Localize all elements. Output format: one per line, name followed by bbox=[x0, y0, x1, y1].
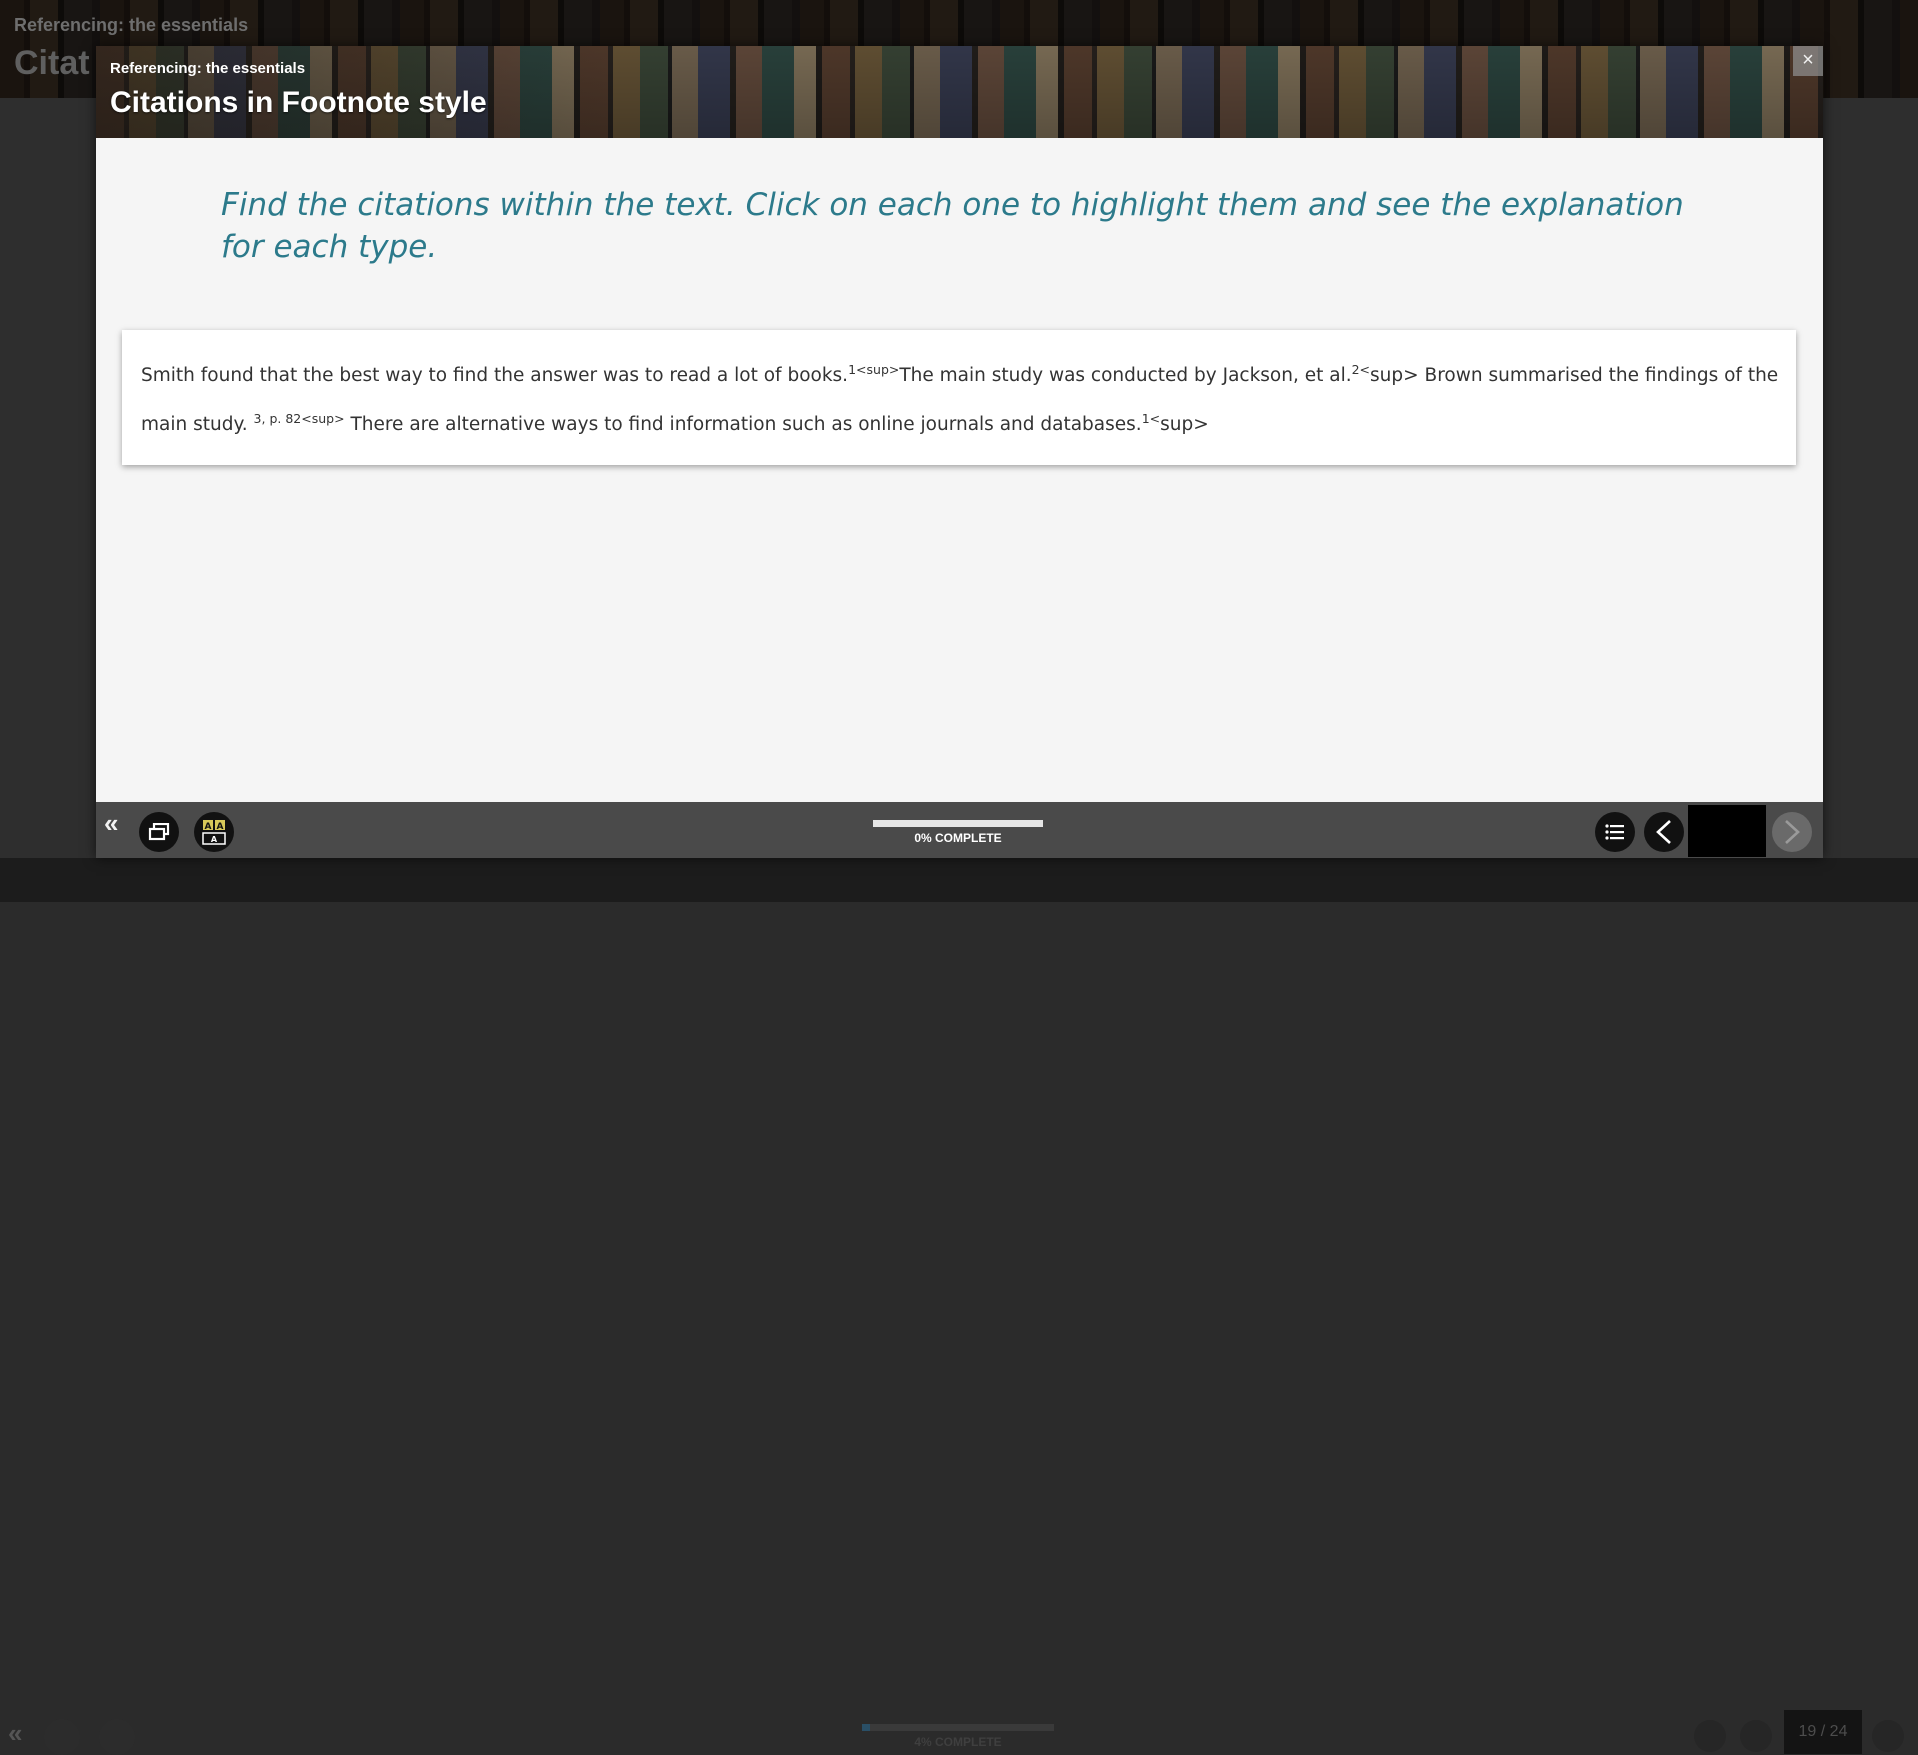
text-size-icon: A A A bbox=[202, 820, 226, 845]
svg-text:A: A bbox=[205, 822, 212, 832]
chevron-right-icon bbox=[1785, 820, 1800, 844]
background-text-size-icon bbox=[99, 1719, 135, 1755]
modal-header-bookshelf: Referencing: the essentials Citations in… bbox=[96, 46, 1823, 138]
menu-button[interactable] bbox=[1595, 812, 1635, 852]
passage-card: Smith found that the best way to find th… bbox=[122, 330, 1796, 465]
window-restore-icon bbox=[148, 823, 170, 841]
background-next-icon bbox=[1872, 1720, 1904, 1752]
background-page-counter: 19 / 24 bbox=[1784, 1710, 1862, 1754]
previous-button[interactable] bbox=[1644, 812, 1684, 852]
text-size-button[interactable]: A A A bbox=[194, 812, 234, 852]
close-button[interactable]: × bbox=[1793, 46, 1823, 76]
svg-text:A: A bbox=[217, 822, 224, 832]
background-collapse-icon: « bbox=[8, 1718, 23, 1748]
close-icon: × bbox=[1802, 49, 1814, 71]
window-restore-button[interactable] bbox=[139, 812, 179, 852]
passage-sentence-2: The main study was conducted by Jackson,… bbox=[899, 365, 1352, 387]
background-page-title: Citat bbox=[14, 44, 90, 82]
background-menu-icon bbox=[1694, 1720, 1726, 1752]
chevron-left-icon bbox=[1656, 820, 1671, 844]
background-window-restore-icon bbox=[44, 1719, 80, 1755]
background-progress-bar bbox=[862, 1724, 1054, 1731]
instruction-text: Find the citations within the text. Clic… bbox=[221, 187, 1684, 265]
progress-bar bbox=[873, 820, 1043, 827]
passage-text: Smith found that the best way to find th… bbox=[141, 348, 1781, 446]
modal-page-title: Citations in Footnote style bbox=[110, 86, 487, 119]
modal-footer: « A A A 0% COMPLETE bbox=[96, 802, 1823, 858]
citation-1[interactable]: 1<sup> bbox=[848, 362, 899, 377]
page-counter-box bbox=[1688, 805, 1766, 857]
list-menu-icon bbox=[1605, 824, 1624, 840]
progress-label: 0% COMPLETE bbox=[914, 831, 1002, 845]
background-prev-icon bbox=[1740, 1720, 1772, 1752]
citation-modal: Referencing: the essentials Citations in… bbox=[96, 46, 1823, 858]
collapse-menu-button[interactable]: « bbox=[104, 808, 118, 839]
background-footer: « 4% COMPLETE 19 / 24 bbox=[0, 858, 1918, 1755]
citation-2-tail[interactable]: sup> bbox=[1370, 365, 1419, 386]
background-course-title: Referencing: the essentials bbox=[14, 15, 249, 35]
citation-4-tail[interactable]: sup> bbox=[1160, 414, 1209, 435]
citation-4[interactable]: 1< bbox=[1142, 411, 1160, 426]
modal-course-title: Referencing: the essentials bbox=[110, 60, 306, 77]
next-button[interactable] bbox=[1772, 812, 1812, 852]
svg-text:A: A bbox=[211, 835, 218, 844]
background-progress-label: 4% COMPLETE bbox=[914, 1735, 1002, 1749]
passage-sentence-4: There are alternative ways to find infor… bbox=[344, 414, 1142, 436]
passage-sentence-1: Smith found that the best way to find th… bbox=[141, 365, 849, 387]
citation-2[interactable]: 2< bbox=[1352, 362, 1370, 377]
background-progress-fill bbox=[862, 1724, 870, 1731]
citation-3[interactable]: 3, p. 82<sup> bbox=[254, 411, 345, 426]
double-chevron-left-icon: « bbox=[104, 808, 119, 838]
